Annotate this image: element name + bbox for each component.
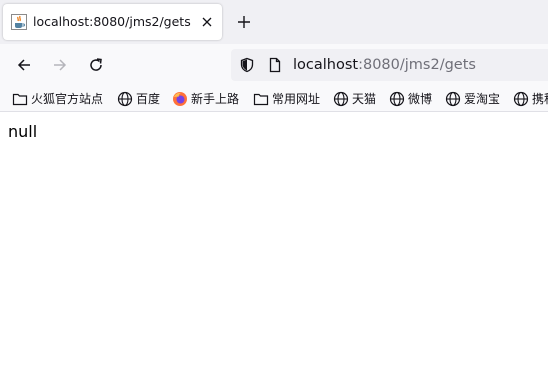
- globe-icon: [513, 91, 529, 106]
- folder-icon: [253, 93, 269, 105]
- globe-icon: [117, 91, 133, 106]
- folder-icon: [12, 93, 28, 105]
- bookmark-ctrip[interactable]: 携程: [513, 90, 548, 107]
- arrow-left-icon: [17, 59, 30, 71]
- globe-icon: [333, 91, 349, 106]
- globe-icon: [445, 91, 461, 106]
- bookmarks-toolbar: 火狐官方站点 百度 新手上路 常用网址 天猫 微博 爱淘宝 携: [0, 85, 548, 112]
- bookmark-label: 爱淘宝: [464, 91, 501, 106]
- reload-icon: [90, 58, 102, 71]
- bookmark-label: 常用网址: [272, 91, 321, 106]
- url-path: :8080/jms2/gets: [358, 57, 476, 73]
- bookmark-label: 新手上路: [191, 91, 240, 106]
- tab-strip: localhost:8080/jms2/gets: [0, 0, 548, 44]
- url-host: localhost: [293, 57, 359, 73]
- bookmark-folder-firefox-official[interactable]: 火狐官方站点: [12, 90, 103, 107]
- navigation-toolbar: localhost:8080/jms2/gets: [0, 44, 548, 85]
- bookmark-weibo[interactable]: 微博: [389, 90, 432, 107]
- bookmark-label: 携程: [532, 91, 548, 106]
- url-bar[interactable]: localhost:8080/jms2/gets: [231, 49, 548, 81]
- bookmark-getting-started[interactable]: 新手上路: [172, 90, 239, 107]
- close-icon[interactable]: [199, 14, 215, 30]
- tab-title: localhost:8080/jms2/gets: [33, 14, 191, 29]
- arrow-right-icon: [54, 59, 67, 71]
- bookmark-label: 微博: [408, 91, 433, 106]
- page-body-text: null: [8, 122, 38, 141]
- plus-icon: [238, 16, 250, 28]
- page-icon[interactable]: [267, 57, 283, 73]
- bookmark-label: 百度: [136, 91, 161, 106]
- bookmark-tmall[interactable]: 天猫: [333, 90, 376, 107]
- firefox-icon: [173, 91, 187, 106]
- reload-button[interactable]: [84, 53, 108, 77]
- new-tab-button[interactable]: [234, 12, 254, 32]
- globe-icon: [389, 91, 405, 106]
- tab-active[interactable]: localhost:8080/jms2/gets: [3, 4, 222, 40]
- back-button[interactable]: [12, 53, 36, 77]
- shield-icon[interactable]: [239, 57, 255, 73]
- forward-button[interactable]: [48, 53, 72, 77]
- bookmark-label: 天猫: [352, 91, 377, 106]
- bookmark-label: 火狐官方站点: [31, 91, 104, 106]
- bookmark-folder-common-sites[interactable]: 常用网址: [253, 90, 320, 107]
- url-text[interactable]: localhost:8080/jms2/gets: [293, 56, 476, 74]
- bookmark-baidu[interactable]: 百度: [117, 90, 160, 107]
- bookmark-ai-taobao[interactable]: 爱淘宝: [445, 90, 500, 107]
- java-cup-icon: [11, 14, 27, 30]
